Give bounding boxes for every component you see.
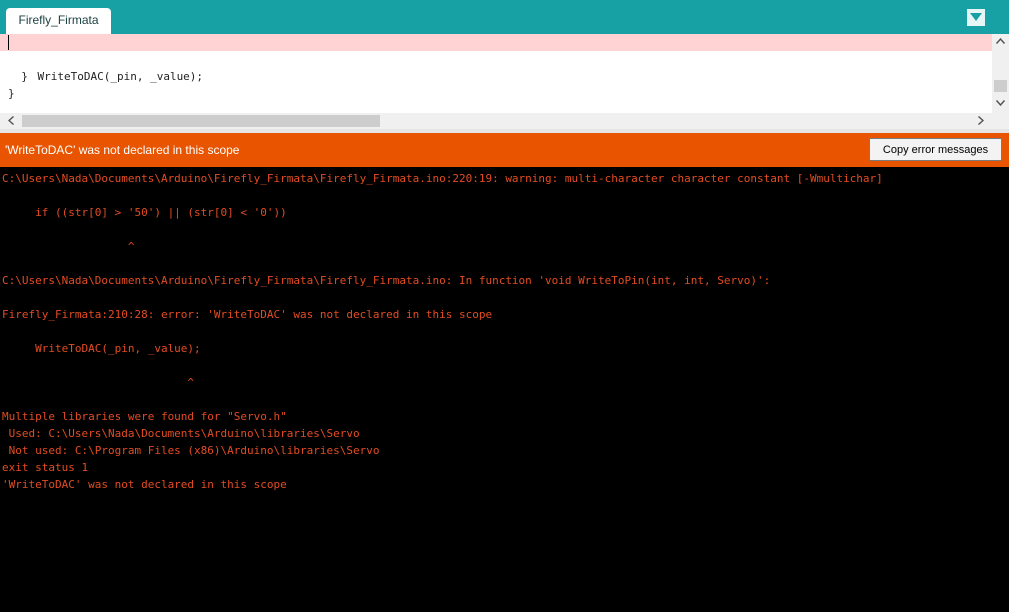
scroll-right-icon[interactable] (978, 116, 984, 125)
editor-vertical-scrollbar[interactable] (992, 34, 1009, 113)
scroll-up-icon[interactable] (996, 38, 1005, 44)
vertical-scroll-thumb[interactable] (994, 80, 1007, 92)
console-line: Used: C:\Users\Nada\Documents\Arduino\li… (2, 427, 360, 440)
error-status-bar: 'WriteToDAC' was not declared in this sc… (0, 133, 1009, 167)
tab-label: Firefly_Firmata (18, 13, 99, 27)
scrollbar-corner (992, 113, 1009, 129)
error-message: 'WriteToDAC' was not declared in this sc… (5, 143, 240, 157)
code-line: } (0, 51, 992, 83)
code-line-text: } (8, 87, 15, 100)
copy-error-messages-button[interactable]: Copy error messages (869, 138, 1002, 161)
text-cursor (8, 35, 9, 50)
console-line: C:\Users\Nada\Documents\Arduino\Firefly_… (2, 172, 883, 185)
console-line: 'WriteToDAC' was not declared in this sc… (2, 478, 287, 491)
scroll-down-icon[interactable] (996, 100, 1005, 106)
editor-horizontal-scrollbar[interactable] (0, 113, 992, 129)
code-line: } (0, 68, 992, 100)
console-line: Not used: C:\Program Files (x86)\Arduino… (2, 444, 380, 457)
tab-firefly-firmata[interactable]: Firefly_Firmata (6, 8, 111, 34)
code-line-error: WriteToDAC(_pin, _value); (0, 34, 992, 83)
code-editor[interactable]: WriteToDAC(_pin, _value); } } /* (0, 34, 1009, 113)
horizontal-scroll-thumb[interactable] (22, 115, 380, 127)
console-line: Multiple libraries were found for "Servo… (2, 410, 287, 423)
console-line: exit status 1 (2, 461, 89, 474)
scroll-left-icon[interactable] (8, 116, 14, 125)
console-line: Firefly_Firmata:210:28: error: 'WriteToD… (2, 308, 493, 321)
tab-menu-button[interactable] (967, 9, 985, 26)
console-line: ^ (2, 376, 195, 389)
code-line: /* (0, 102, 992, 113)
console-line: if ((str[0] > '50') || (str[0] < '0')) (2, 206, 287, 219)
console-line: C:\Users\Nada\Documents\Arduino\Firefly_… (2, 274, 771, 287)
console-line: ^ (2, 240, 135, 253)
triangle-down-icon (970, 13, 982, 21)
console-line: WriteToDAC(_pin, _value); (2, 342, 201, 355)
console-output[interactable]: C:\Users\Nada\Documents\Arduino\Firefly_… (0, 167, 1009, 612)
tab-bar: Firefly_Firmata (0, 0, 1009, 34)
